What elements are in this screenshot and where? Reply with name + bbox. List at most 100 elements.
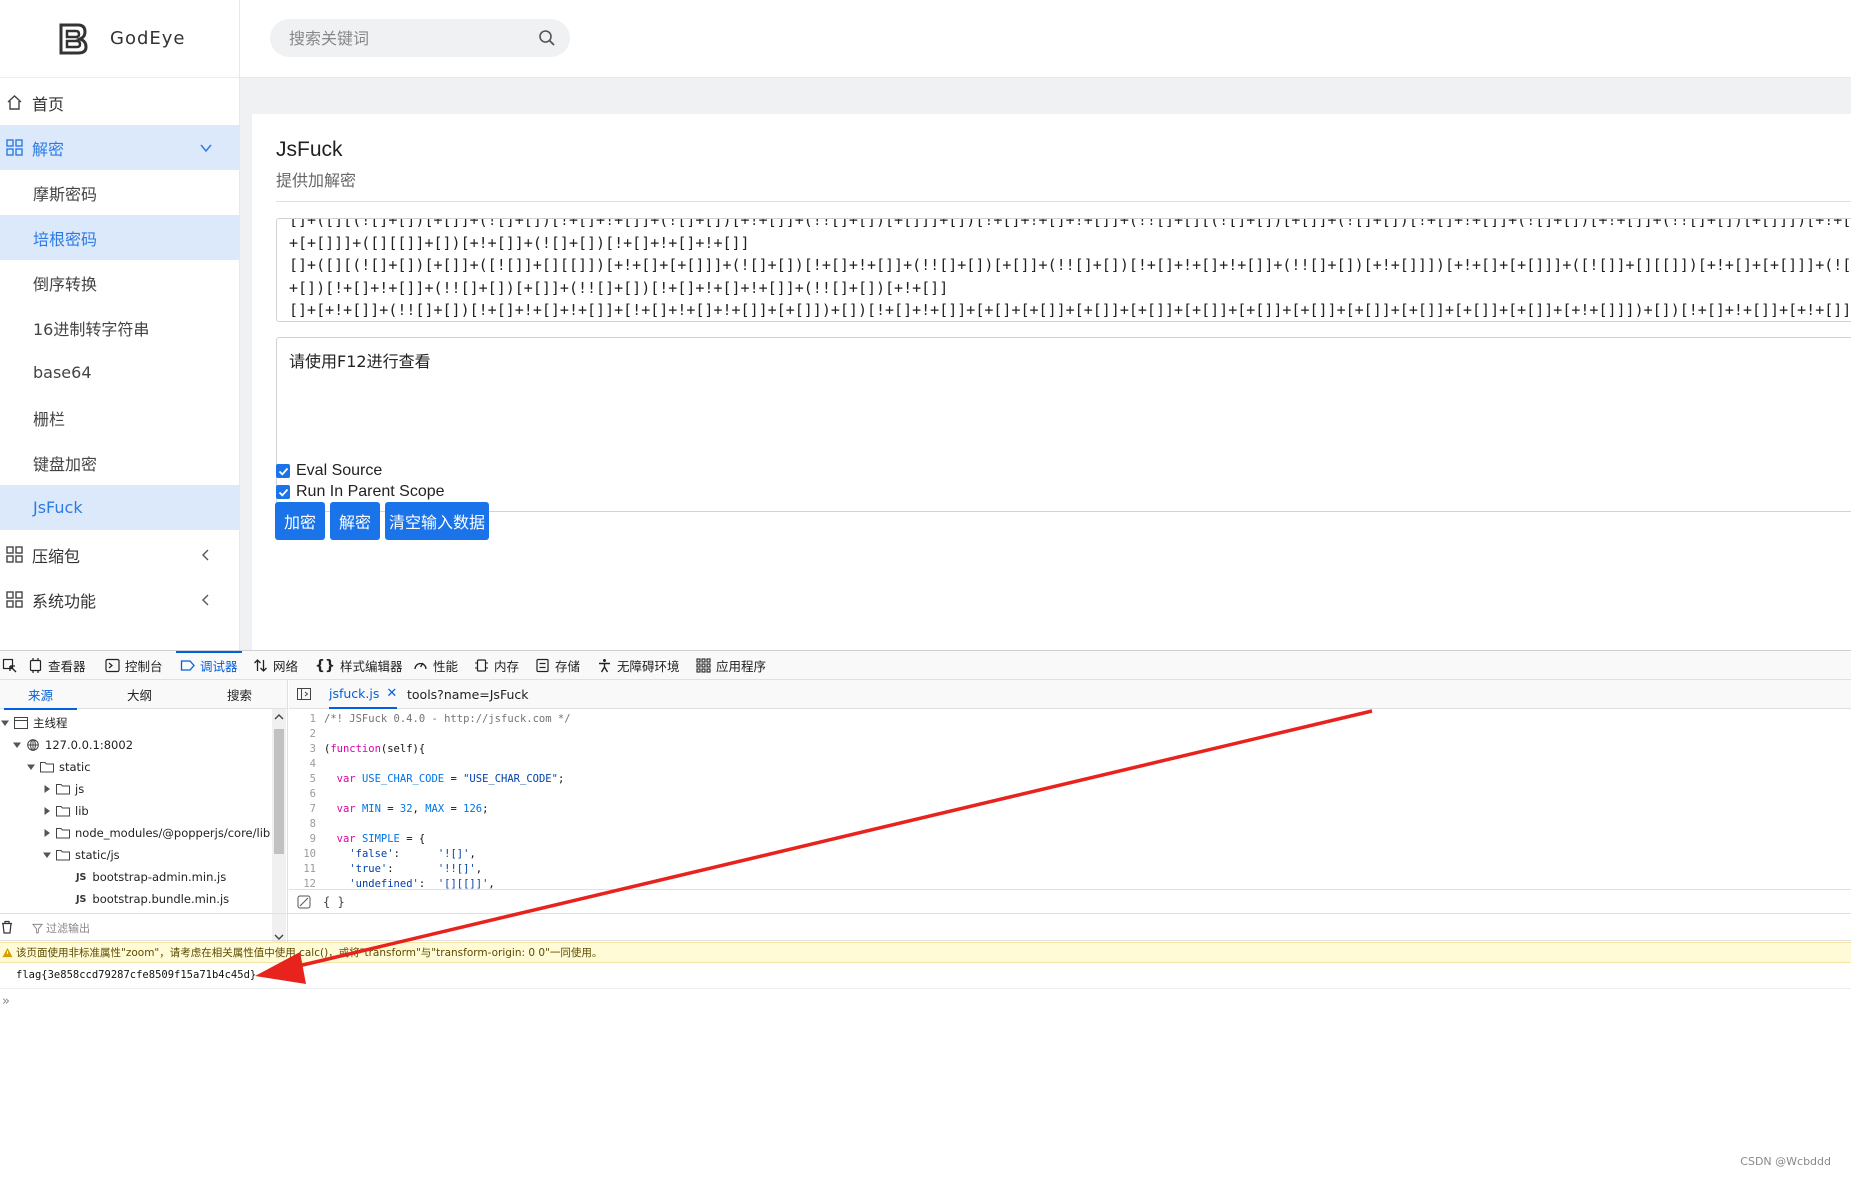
braces-label[interactable]: { } <box>323 895 345 909</box>
tab-application[interactable]: 应用程序 <box>696 651 766 680</box>
tab-debugger-label: 调试器 <box>200 659 238 674</box>
nav-system[interactable]: 系统功能 <box>0 577 239 622</box>
tree-row-popper[interactable]: node_modules/@popperjs/core/lib <box>42 822 270 844</box>
sub-item-base64[interactable]: base64 <box>0 350 239 395</box>
nav-compress[interactable]: 压缩包 <box>0 532 239 577</box>
divider <box>0 988 1851 989</box>
search-icon[interactable] <box>538 29 556 47</box>
search-input[interactable] <box>289 28 529 48</box>
tab-storage[interactable]: 存储 <box>535 651 580 680</box>
tab-outline[interactable]: 大纲 <box>127 680 152 709</box>
nav-system-label: 系统功能 <box>32 591 97 611</box>
code-text: = { <box>399 833 426 845</box>
code-text: , <box>412 803 426 815</box>
tree-row-file[interactable]: JS bootstrap.bundle.min.js <box>76 888 229 910</box>
warning-icon <box>2 947 13 958</box>
sub-item-reverse[interactable]: 倒序转换 <box>0 260 239 305</box>
memory-icon <box>475 659 488 672</box>
tree-row-js[interactable]: js <box>42 778 84 800</box>
code-text: = <box>380 803 400 815</box>
chevron-left-icon <box>202 549 209 561</box>
nav-compress-label: 压缩包 <box>32 546 81 566</box>
search-box <box>270 19 570 57</box>
tab-performance[interactable]: 性能 <box>413 651 458 680</box>
tab-accessibility[interactable]: 无障碍环境 <box>597 651 680 680</box>
eval-source-checkbox[interactable] <box>276 464 290 478</box>
home-icon <box>7 95 22 110</box>
tab-debugger[interactable]: 调试器 <box>176 651 242 680</box>
scroll-up-icon <box>274 714 284 720</box>
warning-text: 该页面使用非标准属性"zoom"，请考虑在相关属性值中使用 calc()，或将"… <box>16 947 603 959</box>
tree-label: lib <box>75 804 89 818</box>
source-textarea[interactable]: []+([][(![]+[])[+[]]+(![]+[])[!+[]+!+[]]… <box>276 218 1851 322</box>
watermark: CSDN @Wcbddd <box>1740 1155 1831 1168</box>
tree-label: static/js <box>75 848 120 862</box>
code-comment: /*! JSFuck 0.4.0 - http://jsfuck.com */ <box>324 713 571 725</box>
eval-source-checkbox-row[interactable]: Eval Source <box>276 460 382 482</box>
tab-inspector[interactable]: 查看器 <box>28 651 86 680</box>
tab-search[interactable]: 搜索 <box>227 680 252 709</box>
close-icon[interactable]: ✕ <box>386 686 397 701</box>
tab-inspector-label: 查看器 <box>48 659 86 674</box>
tab-console[interactable]: 控制台 <box>105 651 163 680</box>
nav-decrypt[interactable]: 解密 <box>0 125 239 170</box>
nav-home[interactable]: 首页 <box>0 80 239 125</box>
code-string: '[][[]]' <box>437 878 489 889</box>
code-view[interactable]: 1/*! JSFuck 0.4.0 - http://jsfuck.com */… <box>289 709 1851 889</box>
element-picker-button[interactable] <box>2 651 22 680</box>
toggle-sidebar-icon[interactable] <box>297 687 311 701</box>
code-variable: MAX <box>425 803 445 815</box>
console-filter[interactable]: 过滤输出 <box>32 920 90 936</box>
pretty-print-icon[interactable] <box>297 895 311 909</box>
folder-icon <box>56 806 70 817</box>
tab-sources[interactable]: 来源 <box>3 680 78 710</box>
sub-item-bacon[interactable]: 培根密码 <box>0 215 239 260</box>
tab-network-label: 网络 <box>273 659 299 674</box>
code-text: (self){ <box>380 743 426 755</box>
grid-icon <box>6 546 23 563</box>
tree-row-static[interactable]: static <box>26 756 91 778</box>
tab-memory[interactable]: 内存 <box>474 651 519 680</box>
encrypt-button[interactable]: 加密 <box>275 502 325 540</box>
tree-row-main-thread[interactable]: 主线程 <box>0 712 68 734</box>
triangle-down-icon <box>43 852 51 858</box>
parent-scope-checkbox[interactable] <box>276 485 290 499</box>
clear-input-button[interactable]: 清空输入数据 <box>385 502 489 540</box>
tree-row-host[interactable]: 127.0.0.1:8002 <box>12 734 133 756</box>
sub-item-hex[interactable]: 16进制转字符串 <box>0 305 239 350</box>
sidebar: GodEye 首页 解密 摩斯密码 培根密码 倒序转换 16进制转字符串 bas… <box>0 0 240 650</box>
tab-style-editor[interactable]: {} 样式编辑器 <box>315 651 402 680</box>
tree-row-static-js[interactable]: static/js <box>42 844 120 866</box>
page-title: JsFuck <box>276 138 343 161</box>
sub-item-morse[interactable]: 摩斯密码 <box>0 170 239 215</box>
tree-label: bootstrap.bundle.min.js <box>92 892 230 906</box>
folder-icon <box>40 762 54 773</box>
scrollbar-thumb[interactable] <box>274 729 284 854</box>
sources-pane-tabs: 来源 大纲 搜索 <box>0 680 287 710</box>
output-textarea[interactable]: 请使用F12进行查看 <box>276 337 1851 512</box>
editor-tabbar: jsfuck.js ✕ tools?name=JsFuck <box>289 680 1851 709</box>
inspector-icon <box>29 658 42 673</box>
sub-item-keyboard[interactable]: 键盘加密 <box>0 440 239 485</box>
decrypt-button[interactable]: 解密 <box>330 502 380 540</box>
sub-item-jsfuck[interactable]: JsFuck <box>0 485 239 530</box>
console-prompt[interactable]: » <box>2 994 10 1009</box>
console-panel: 过滤输出 该页面使用非标准属性"zoom"，请考虑在相关属性值中使用 calc(… <box>0 913 1851 1178</box>
editor-tab-tools[interactable]: tools?name=JsFuck <box>407 680 528 709</box>
chevron-down-icon <box>200 144 212 153</box>
source-line: []+[+!+[]]+(!![]+[])[!+[]+!+[]+!+[]]+[!+… <box>289 301 1851 319</box>
debugger-icon <box>180 660 195 671</box>
tree-row-file[interactable]: JS bootstrap-admin.min.js <box>76 866 226 888</box>
code-variable: USE_CHAR_CODE <box>361 773 445 785</box>
tab-application-label: 应用程序 <box>716 659 767 674</box>
tree-scrollbar[interactable] <box>272 709 286 945</box>
devtools-tabbar: 查看器 控制台 调试器 网络 {} 样式编辑器 性能 内存 存储 无障碍环境 应… <box>0 651 1851 680</box>
triangle-down-icon <box>13 742 21 748</box>
parent-scope-checkbox-row[interactable]: Run In Parent Scope <box>276 481 445 503</box>
tree-row-lib[interactable]: lib <box>42 800 89 822</box>
tab-network[interactable]: 网络 <box>253 651 298 680</box>
sub-item-rail-fence[interactable]: 栅栏 <box>0 395 239 440</box>
editor-tab-jsfuck[interactable]: jsfuck.js ✕ <box>329 680 398 709</box>
code-keyword: function <box>330 743 381 755</box>
trash-icon[interactable] <box>0 920 14 934</box>
